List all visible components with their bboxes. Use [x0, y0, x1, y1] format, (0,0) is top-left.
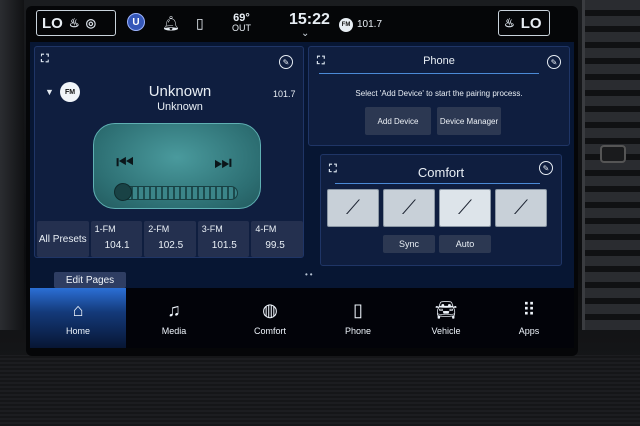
infotainment-screen: LO ♨ ◎ U 🔔︎ ▯ 69° OUT 15:22 ⌄ FM 101.7 ♨… [26, 6, 578, 356]
device-manager-button[interactable]: Device Manager [437, 107, 501, 135]
tuning-dial [118, 186, 238, 200]
seek-forward-icon[interactable]: ⏭ [214, 152, 232, 175]
nav-label: Apps [518, 326, 540, 336]
home-icon: ⌂ [72, 300, 84, 320]
comfort-icon: ◍ [262, 300, 278, 320]
preset-name: 1-FM [94, 224, 116, 234]
preset-frequency: 101.5 [211, 240, 237, 251]
phone-widget[interactable]: ⛶ ✎ Phone Select 'Add Device' to start t… [308, 46, 570, 146]
seat-vent-button[interactable]: ⟋ [439, 189, 491, 227]
preset-name: 2-FM [148, 224, 170, 234]
now-playing-frequency[interactable]: 101.7 [357, 19, 382, 30]
nav-label: Comfort [253, 326, 286, 336]
uconnect-badge: U [132, 16, 140, 28]
seat-icon: ⟋ [402, 196, 416, 219]
tuning-knob [114, 183, 132, 201]
nav-comfort[interactable]: ◍ Comfort [226, 288, 314, 348]
uconnect-icon[interactable]: U [127, 13, 145, 31]
dashboard-trim [0, 355, 640, 426]
outside-temp-label: OUT [232, 23, 251, 33]
nav-apps[interactable]: ⠿ Apps [486, 288, 572, 348]
status-bar: LO ♨ ◎ U 🔔︎ ▯ 69° OUT 15:22 ⌄ FM 101.7 ♨… [26, 6, 578, 42]
page-indicator: •• [305, 270, 315, 279]
expand-icon[interactable]: ⛶ [41, 53, 49, 66]
car-icon: 🚘︎ [434, 300, 458, 320]
phone-title: Phone [423, 55, 455, 67]
driver-temp-button[interactable]: LO ♨ ◎ [36, 10, 116, 36]
track-artist: Unknown [157, 101, 203, 113]
nav-vehicle[interactable]: 🚘︎ Vehicle [402, 288, 490, 348]
preset-button[interactable]: 1-FM 104.1 [90, 221, 143, 257]
nav-label: Vehicle [431, 326, 461, 336]
fm-band-icon[interactable]: FM [60, 82, 80, 102]
phone-status-icon[interactable]: ▯ [196, 15, 204, 32]
seat-heat-button[interactable]: ⟋ [383, 189, 435, 227]
seat-massage-button[interactable]: ⟋ [327, 189, 379, 227]
chevron-down-icon[interactable]: ⌄ [301, 28, 309, 39]
apps-grid-icon: ⠿ [522, 300, 536, 320]
all-presets-label: All Presets [38, 233, 87, 245]
nav-media[interactable]: ♫ Media [130, 288, 218, 348]
nav-label: Phone [344, 326, 372, 336]
preset-bar: All Presets 1-FM 104.1 2-FM 102.5 3-FM 1… [37, 221, 303, 257]
driver-temp-value: LO [42, 14, 63, 32]
phone-icon: ▯ [353, 300, 363, 320]
bell-icon[interactable]: 🔔︎ [162, 15, 180, 32]
now-playing-radio-icon[interactable]: FM [339, 18, 353, 32]
seat-cool-button[interactable]: ⟋ [495, 189, 547, 227]
heated-seat-icon: ♨ [504, 16, 515, 30]
edit-icon[interactable]: ✎ [279, 55, 293, 69]
clock[interactable]: 15:22 [289, 11, 330, 29]
track-title: Unknown [148, 83, 212, 100]
preset-name: 4-FM [255, 224, 277, 234]
sync-button[interactable]: Sync [383, 235, 435, 253]
heated-wheel-icon: ◎ [85, 16, 97, 30]
auto-button[interactable]: Auto [439, 235, 491, 253]
home-content: ⛶ ✎ ▼ FM Unknown Unknown 101.7 ⏮ ⏭ All P… [30, 42, 574, 288]
passenger-temp-button[interactable]: ♨ LO [498, 10, 550, 36]
add-device-button[interactable]: Add Device [365, 107, 431, 135]
nav-phone[interactable]: ▯ Phone [314, 288, 402, 348]
preset-button[interactable]: 4-FM 99.5 [251, 221, 303, 257]
seek-back-icon[interactable]: ⏮ [116, 152, 134, 175]
outside-temp-value: 69° [233, 12, 250, 24]
nav-label: Media [161, 326, 187, 336]
all-presets-button[interactable]: All Presets [37, 221, 89, 257]
radio-widget[interactable]: ⛶ ✎ ▼ FM Unknown Unknown 101.7 ⏮ ⏭ All P… [34, 46, 304, 258]
seat-icon: ⟋ [346, 196, 360, 219]
nav-home[interactable]: ⌂ Home [30, 288, 126, 348]
heated-seat-icon: ♨ [68, 16, 80, 30]
seat-icon: ⟋ [458, 196, 472, 219]
left-trim [0, 0, 24, 330]
radio-artwork: ⏮ ⏭ [93, 123, 261, 209]
now-playing-band: FM [341, 22, 351, 28]
bottom-nav: ⌂ Home ♫ Media ◍ Comfort ▯ Phone 🚘︎ Vehi… [30, 288, 574, 348]
preset-frequency: 99.5 [265, 240, 285, 251]
preset-name: 3-FM [201, 224, 223, 234]
outside-temperature: 69° OUT [232, 12, 251, 34]
divider [319, 73, 539, 74]
divider [335, 183, 540, 184]
air-vent [582, 0, 640, 330]
seat-icon: ⟋ [514, 196, 528, 219]
band-label: FM [64, 88, 76, 96]
comfort-widget[interactable]: ⛶ ✎ Comfort ⟋ ⟋ ⟋ ⟋ Sync Auto [320, 154, 562, 266]
edit-pages-button[interactable]: Edit Pages [54, 272, 126, 288]
comfort-title: Comfort [417, 165, 465, 180]
vent-knob [600, 145, 626, 163]
station-frequency: 101.7 [273, 89, 296, 99]
band-dropdown-icon[interactable]: ▼ [45, 87, 54, 97]
preset-button[interactable]: 3-FM 101.5 [197, 221, 250, 257]
passenger-temp-value: LO [520, 14, 542, 32]
preset-frequency: 104.1 [104, 240, 130, 251]
preset-frequency: 102.5 [158, 240, 184, 251]
preset-button[interactable]: 2-FM 102.5 [144, 221, 196, 257]
nav-label: Home [65, 326, 90, 336]
music-note-icon: ♫ [167, 300, 181, 320]
pairing-message: Select 'Add Device' to start the pairing… [355, 89, 523, 98]
